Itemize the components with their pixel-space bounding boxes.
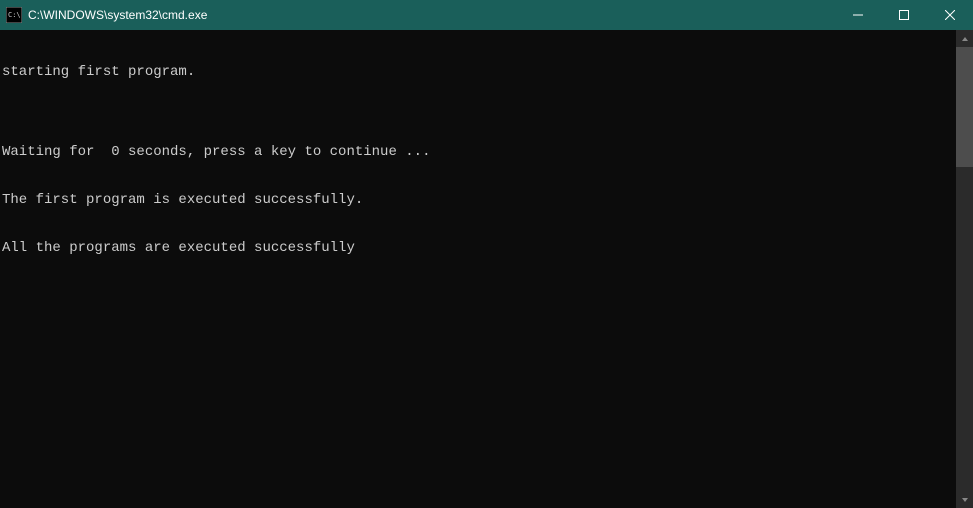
svg-text:C:\: C:\ <box>8 11 21 19</box>
terminal-line: Waiting for 0 seconds, press a key to co… <box>2 144 973 160</box>
scrollbar-track[interactable] <box>956 47 973 491</box>
window-title: C:\WINDOWS\system32\cmd.exe <box>28 8 835 22</box>
scrollbar-down-button[interactable] <box>956 491 973 508</box>
scrollbar-up-button[interactable] <box>956 30 973 47</box>
minimize-button[interactable] <box>835 0 881 30</box>
window-controls <box>835 0 973 30</box>
maximize-button[interactable] <box>881 0 927 30</box>
close-button[interactable] <box>927 0 973 30</box>
terminal-body[interactable]: starting first program. Waiting for 0 se… <box>0 30 973 508</box>
scrollbar[interactable] <box>956 30 973 508</box>
terminal-line: All the programs are executed successful… <box>2 240 973 256</box>
cmd-icon: C:\ <box>6 7 22 23</box>
terminal-content: starting first program. Waiting for 0 se… <box>2 32 973 288</box>
scrollbar-thumb[interactable] <box>956 47 973 167</box>
titlebar: C:\ C:\WINDOWS\system32\cmd.exe <box>0 0 973 30</box>
terminal-line: starting first program. <box>2 64 973 80</box>
terminal-line: The first program is executed successful… <box>2 192 973 208</box>
